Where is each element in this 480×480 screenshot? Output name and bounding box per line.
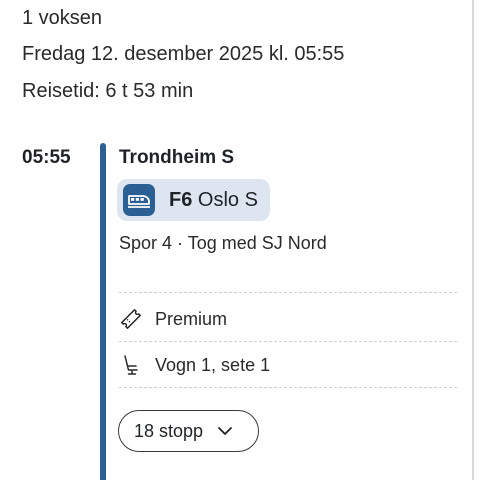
chevron-down-icon: [217, 426, 233, 436]
divider: [119, 387, 457, 388]
ticket-icon: [119, 307, 143, 331]
ticket-class-row: Premium: [119, 306, 227, 332]
stops-toggle-button[interactable]: 18 stopp: [118, 410, 259, 452]
train-icon: [123, 184, 155, 216]
train-destination: Oslo S: [197, 189, 258, 211]
timeline-bar: [100, 143, 106, 480]
divider: [119, 341, 457, 342]
departure-time: 05:55: [22, 147, 71, 168]
train-line: F6: [169, 189, 193, 211]
seat-icon: [119, 353, 143, 377]
panel-right-border: [472, 0, 474, 480]
ticket-class: Premium: [155, 309, 228, 329]
travel-time: Reisetid: 6 t 53 min: [22, 80, 194, 102]
stops-label: 18 stopp: [134, 421, 204, 441]
seat-info: Vogn 1, sete 1: [155, 355, 271, 375]
passenger-count: 1 voksen: [22, 7, 103, 29]
platform-info: Spor 4 · Tog med SJ Nord: [119, 233, 327, 253]
departure-station: Trondheim S: [119, 147, 235, 168]
divider: [119, 292, 457, 293]
seat-row: Vogn 1, sete 1: [119, 352, 270, 378]
departure-datetime: Fredag 12. desember 2025 kl. 05:55: [22, 43, 345, 65]
train-service: F6 Oslo S: [169, 188, 258, 212]
train-chip: F6 Oslo S: [117, 179, 270, 221]
